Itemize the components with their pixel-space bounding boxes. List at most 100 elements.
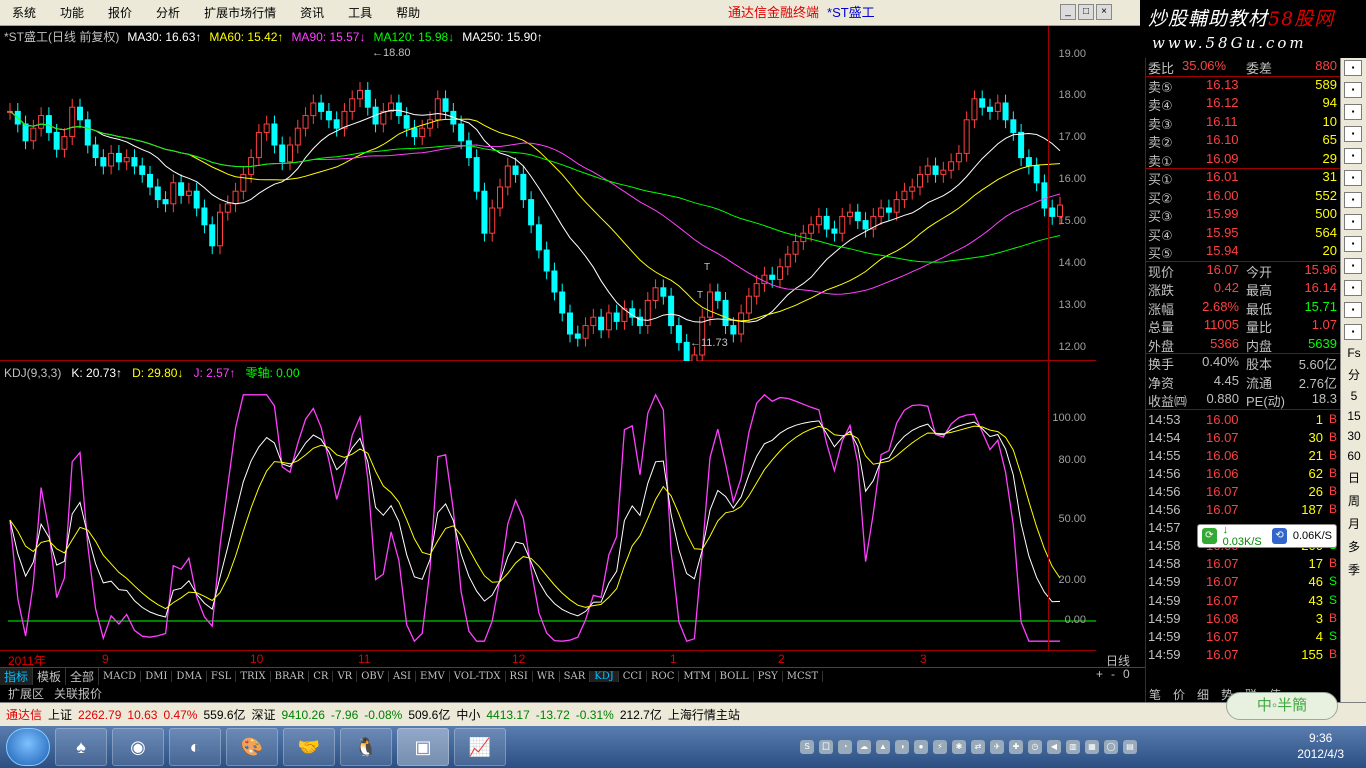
menu-0[interactable]: 系统 — [0, 0, 48, 26]
period-Fs[interactable]: Fs — [1341, 346, 1366, 360]
period-15[interactable]: 15 — [1341, 409, 1366, 423]
tray-icon[interactable]: ◯ — [1104, 740, 1118, 754]
maximize-button[interactable]: □ — [1078, 4, 1094, 20]
period-60[interactable]: 60 — [1341, 449, 1366, 463]
period-日[interactable]: 日 — [1341, 469, 1366, 486]
tab-fsl[interactable]: FSL — [207, 670, 237, 682]
tray-icon[interactable]: ✱ — [952, 740, 966, 754]
menu-3[interactable]: 分析 — [144, 0, 192, 26]
tab-obv[interactable]: OBV — [357, 670, 389, 682]
tab-psy[interactable]: PSY — [754, 670, 783, 682]
menu-5[interactable]: 资讯 — [288, 0, 336, 26]
taskbar-app[interactable]: 🐧 — [340, 728, 392, 766]
taskbar-app[interactable]: ◐ — [169, 728, 221, 766]
indicator-extra-btn[interactable]: 0 — [1123, 667, 1130, 681]
tab-全部[interactable]: 全部 — [66, 667, 100, 685]
tab-dma[interactable]: DMA — [172, 670, 207, 682]
taskbar-app[interactable]: 📈 — [454, 728, 506, 766]
bar-icon[interactable]: ▪ — [1344, 104, 1362, 120]
calc-icon[interactable]: ▪ — [1344, 236, 1362, 252]
line-icon[interactable]: ▪ — [1344, 82, 1362, 98]
start-button[interactable] — [6, 728, 50, 766]
tab-wr[interactable]: WR — [533, 670, 560, 682]
minimize-button[interactable]: _ — [1060, 4, 1076, 20]
menu-6[interactable]: 工具 — [336, 0, 384, 26]
tab-macd[interactable]: MACD — [99, 670, 142, 682]
tray-icon[interactable]: ▦ — [1085, 740, 1099, 754]
close-button[interactable]: × — [1096, 4, 1112, 20]
taskbar-app[interactable]: ▣ — [397, 728, 449, 766]
side-tab[interactable]: 价 — [1173, 686, 1185, 702]
tray-icon[interactable]: ⇄ — [971, 740, 985, 754]
side-tab[interactable]: 笔 — [1149, 686, 1161, 702]
tray-icon[interactable]: ● — [914, 740, 928, 754]
period-季[interactable]: 季 — [1341, 561, 1366, 578]
tab-cr[interactable]: CR — [309, 670, 334, 682]
indicator-extra-btn[interactable]: - — [1111, 667, 1115, 681]
tray-icon[interactable]: ✈ — [990, 740, 1004, 754]
tab-roc[interactable]: ROC — [647, 670, 680, 682]
tab-dmi[interactable]: DMI — [141, 670, 173, 682]
side-tab[interactable]: 细 — [1197, 686, 1209, 702]
speed-popup[interactable]: ⟳ ↓ 0.03K/S ⟲ 0.06K/S — [1197, 524, 1337, 548]
tray-icon[interactable]: ▥ — [1066, 740, 1080, 754]
period-多[interactable]: 多 — [1341, 538, 1366, 555]
tray-icon[interactable]: ◔ — [838, 740, 852, 754]
tick-icon[interactable]: ▪ — [1344, 148, 1362, 164]
rsi-icon[interactable]: ▪ — [1344, 258, 1362, 274]
candle-icon[interactable]: ▪ — [1344, 126, 1362, 142]
tray-icon[interactable]: ☁ — [857, 740, 871, 754]
clock[interactable]: 9:36 2012/4/3 — [1297, 730, 1344, 762]
price-chart[interactable]: *ST盛工(日线 前复权) MA30: 16.63↑ MA60: 15.42↑ MA9… — [0, 26, 1096, 376]
period-分[interactable]: 分 — [1341, 366, 1366, 383]
taskbar-app[interactable]: 🎨 — [226, 728, 278, 766]
ext-row-item[interactable]: 关联报价 — [54, 685, 102, 702]
menu-7[interactable]: 帮助 — [384, 0, 432, 26]
menu-4[interactable]: 扩展市场行情 — [192, 0, 288, 26]
tab-rsi[interactable]: RSI — [506, 670, 533, 682]
taskbar-app[interactable]: ♠ — [55, 728, 107, 766]
refresh-icon[interactable]: ▪ — [1344, 302, 1362, 318]
tab-asi[interactable]: ASI — [389, 670, 417, 682]
arrows-icon[interactable]: ▪ — [1344, 280, 1362, 296]
taskbar-app[interactable]: 🤝 — [283, 728, 335, 766]
tab-mcst[interactable]: MCST — [783, 670, 824, 682]
chart-icon[interactable]: ▪ — [1344, 60, 1362, 76]
compare-icon[interactable]: ▪ — [1344, 170, 1362, 186]
tab-boll[interactable]: BOLL — [716, 670, 754, 682]
tab-vr[interactable]: VR — [333, 670, 358, 682]
kdj-chart[interactable]: KDJ(9,3,3) K: 20.73↑ D: 29.80↓ J: 2.57↑ 零轴: … — [0, 362, 1096, 650]
taskbar-app[interactable]: ◉ — [112, 728, 164, 766]
menu-2[interactable]: 报价 — [96, 0, 144, 26]
tray-icon[interactable]: ◷ — [1028, 740, 1042, 754]
tab-emv[interactable]: EMV — [416, 670, 450, 682]
pen-icon[interactable]: ▪ — [1344, 324, 1362, 340]
tray-icon[interactable]: 囗 — [819, 740, 833, 754]
tab-指标[interactable]: 指标 — [0, 667, 34, 685]
tab-cci[interactable]: CCI — [619, 670, 648, 682]
tray-icon[interactable]: ▤ — [1123, 740, 1137, 754]
tray-icon[interactable]: ◀ — [1047, 740, 1061, 754]
period-月[interactable]: 月 — [1341, 515, 1366, 532]
tray-icon[interactable]: ▲ — [876, 740, 890, 754]
tab-vol-tdx[interactable]: VOL-TDX — [450, 670, 506, 682]
period-30[interactable]: 30 — [1341, 429, 1366, 443]
period-周[interactable]: 周 — [1341, 492, 1366, 509]
tray-icon[interactable]: ✚ — [1009, 740, 1023, 754]
tray-icon[interactable]: ◑ — [895, 740, 909, 754]
ext-row-item[interactable]: 扩展区 — [8, 685, 44, 702]
tab-trix[interactable]: TRIX — [236, 670, 271, 682]
indicator-extra-btn[interactable]: + — [1096, 667, 1103, 681]
news-icon[interactable]: ▪ — [1344, 214, 1362, 230]
tray-icon[interactable]: ⚡ — [933, 740, 947, 754]
tab-sar[interactable]: SAR — [560, 670, 591, 682]
tab-brar[interactable]: BRAR — [271, 670, 310, 682]
menu-1[interactable]: 功能 — [48, 0, 96, 26]
tab-模板[interactable]: 模板 — [33, 667, 67, 685]
tray-icon[interactable]: S — [800, 740, 814, 754]
tab-kdj[interactable]: KDJ — [590, 670, 619, 682]
ime-widget[interactable]: 中◦半簡 — [1226, 692, 1338, 720]
period-5[interactable]: 5 — [1341, 389, 1366, 403]
tab-mtm[interactable]: MTM — [679, 670, 716, 682]
fs-icon[interactable]: ▪ — [1344, 192, 1362, 208]
